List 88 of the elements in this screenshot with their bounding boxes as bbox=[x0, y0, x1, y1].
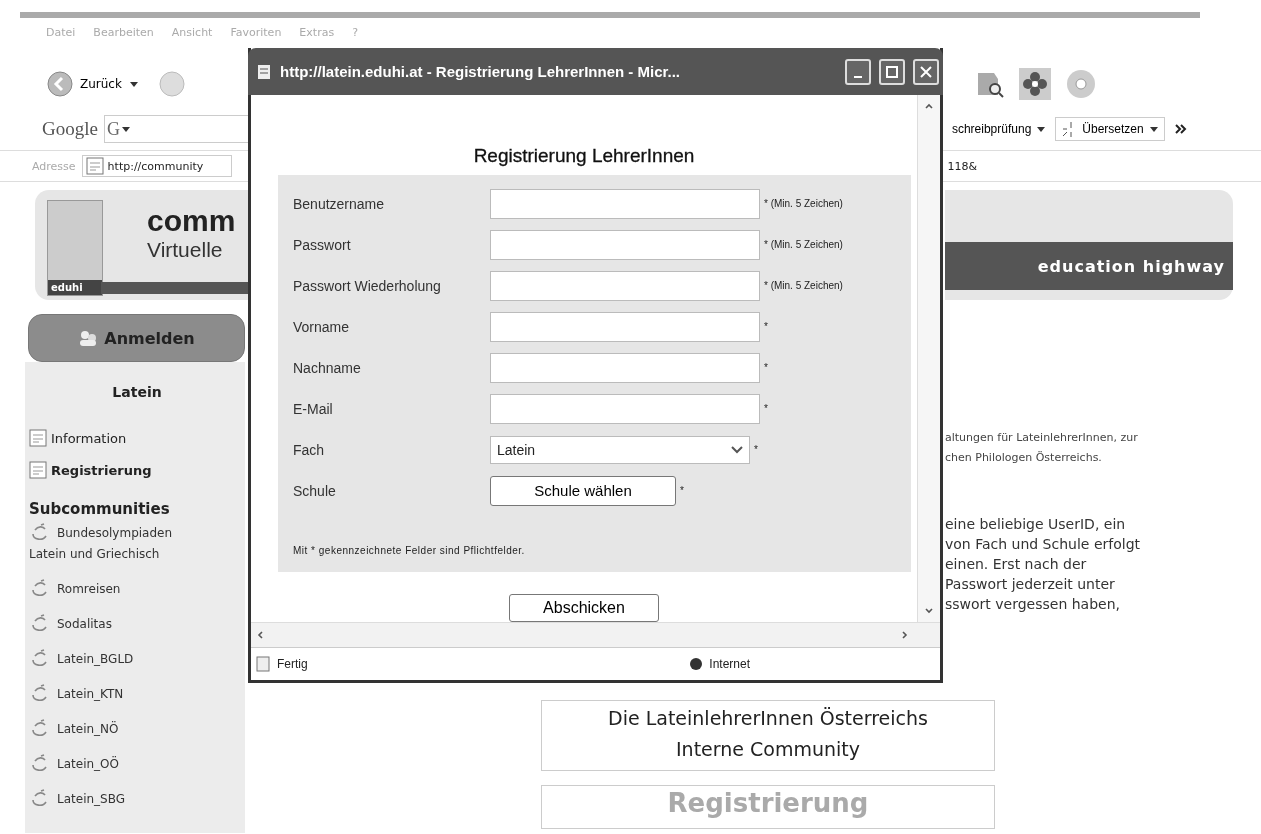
sidebar-link[interactable]: Information bbox=[29, 422, 127, 454]
community-banner: Die LateinlehrerInnen Österreichs Interne Community bbox=[541, 700, 995, 771]
subcommunity-link[interactable]: Latein_OÖ bbox=[29, 753, 209, 775]
intro-text: altungen für LateinlehrerInnen, zur bbox=[945, 430, 1139, 446]
chevron-down-icon bbox=[731, 445, 743, 454]
site-title: comm bbox=[147, 204, 236, 238]
field-label: Benutzername bbox=[293, 195, 386, 212]
address-label: Adresse bbox=[32, 159, 76, 173]
subcommunity-link[interactable]: Latein_KTN bbox=[29, 683, 209, 705]
page-icon bbox=[85, 157, 104, 175]
subcommunity-link[interactable]: Romreisen bbox=[29, 578, 209, 600]
logo: eduhi bbox=[47, 200, 103, 296]
back-button[interactable]: Zurück bbox=[46, 70, 122, 98]
choose-button[interactable]: Schule wählen bbox=[490, 475, 676, 506]
close-button[interactable] bbox=[913, 58, 939, 85]
input-field[interactable] bbox=[490, 270, 760, 301]
scroll-left-icon bbox=[255, 630, 265, 640]
field-label: E-Mail bbox=[293, 400, 334, 417]
input-field[interactable] bbox=[490, 229, 760, 260]
minimize-button[interactable] bbox=[845, 58, 871, 85]
field-label: Nachname bbox=[293, 359, 362, 376]
subcommunity-link[interactable]: Bundesolympiaden Latein und Griechisch bbox=[29, 522, 209, 565]
people-icon bbox=[78, 329, 99, 347]
info-text: von Fach und Schule erfolgt bbox=[945, 535, 1142, 554]
maximize-button[interactable] bbox=[879, 58, 905, 85]
input-field[interactable] bbox=[490, 311, 760, 342]
login-button[interactable]: Anmelden bbox=[28, 314, 245, 362]
window-title: http://latein.eduhi.at - Registrierung LehrerInnen - Micr... bbox=[280, 63, 682, 80]
caret-icon bbox=[1149, 126, 1158, 132]
caret-icon bbox=[121, 126, 130, 132]
required-hint: * bbox=[754, 444, 758, 455]
field-label: Passwort bbox=[293, 236, 352, 253]
subcommunity-link[interactable]: Sodalitas bbox=[29, 613, 209, 635]
google-logo: Google bbox=[42, 118, 98, 140]
scroll-down-icon bbox=[924, 606, 934, 616]
status-text: Fertig bbox=[277, 657, 308, 671]
section-title: Latein bbox=[111, 384, 163, 400]
required-hint: * (Min. 5 Zeichen) bbox=[764, 198, 843, 209]
subcommunity-link[interactable]: Latein_SBG bbox=[29, 788, 209, 810]
page-icon bbox=[29, 461, 47, 479]
scroll-up-icon bbox=[924, 101, 934, 111]
required-hint: * bbox=[764, 362, 768, 373]
section-title: Subcommunities bbox=[29, 500, 171, 518]
disc-icon[interactable] bbox=[1065, 68, 1097, 100]
form-heading: Registrierung LehrerInnen bbox=[473, 145, 695, 167]
info-text: Passwort jederzeit unter bbox=[945, 575, 1116, 594]
required-hint: * (Min. 5 Zeichen) bbox=[764, 280, 843, 291]
forward-icon[interactable] bbox=[157, 70, 186, 98]
required-note: Mit * gekennzeichnete Felder sind Pflichtfelder. bbox=[293, 545, 526, 556]
info-text: einen. Erst nach der bbox=[945, 555, 1088, 574]
required-hint: * bbox=[680, 485, 684, 496]
close-icon bbox=[920, 65, 932, 78]
scroll-right-icon bbox=[900, 630, 910, 640]
registration-banner: Registrierung bbox=[541, 785, 995, 829]
field-label: Vorname bbox=[293, 318, 351, 335]
address-field[interactable]: http://community bbox=[81, 155, 232, 177]
required-hint: * (Min. 5 Zeichen) bbox=[764, 239, 843, 250]
input-field[interactable] bbox=[490, 188, 760, 219]
site-subtitle: Virtuelle bbox=[147, 238, 224, 262]
page-icon bbox=[255, 656, 271, 672]
minimize-icon bbox=[854, 75, 862, 78]
address-text: 118& bbox=[947, 159, 978, 173]
info-text: eine beliebige UserID, ein bbox=[945, 515, 1127, 534]
tagline: education highway bbox=[945, 242, 1233, 290]
page-icon bbox=[256, 63, 272, 80]
field-label: Passwort Wiederholung bbox=[293, 277, 442, 294]
field-label: Fach bbox=[293, 441, 326, 458]
input-field[interactable] bbox=[490, 352, 760, 383]
input-field[interactable] bbox=[490, 393, 760, 424]
submit-button[interactable]: Abschicken bbox=[509, 594, 659, 622]
chevron-icon[interactable] bbox=[1174, 123, 1187, 135]
subcommunity-link[interactable]: Latein_BGLD bbox=[29, 648, 209, 670]
zone-text: Internet bbox=[709, 657, 750, 671]
sidebar-link[interactable]: Registrierung bbox=[29, 454, 152, 486]
subcommunity-link[interactable]: Latein_NÖ bbox=[29, 718, 209, 740]
required-hint: * bbox=[764, 321, 768, 332]
select-field[interactable]: Latein bbox=[490, 435, 750, 464]
required-hint: * bbox=[764, 403, 768, 414]
flower-icon[interactable] bbox=[1019, 68, 1051, 100]
maximize-icon bbox=[886, 65, 898, 78]
field-label: Schule bbox=[293, 482, 337, 499]
spellcheck-button[interactable]: schreibprüfung bbox=[951, 122, 1046, 136]
intro-text: chen Philologen Österreichs. bbox=[945, 450, 1103, 466]
translate-button[interactable]: Übersetzen bbox=[1055, 117, 1165, 141]
info-text: sswort vergessen haben, bbox=[945, 595, 1121, 614]
page-icon bbox=[29, 429, 47, 447]
caret-icon bbox=[1037, 126, 1046, 132]
dropdown-caret-icon bbox=[129, 81, 138, 87]
